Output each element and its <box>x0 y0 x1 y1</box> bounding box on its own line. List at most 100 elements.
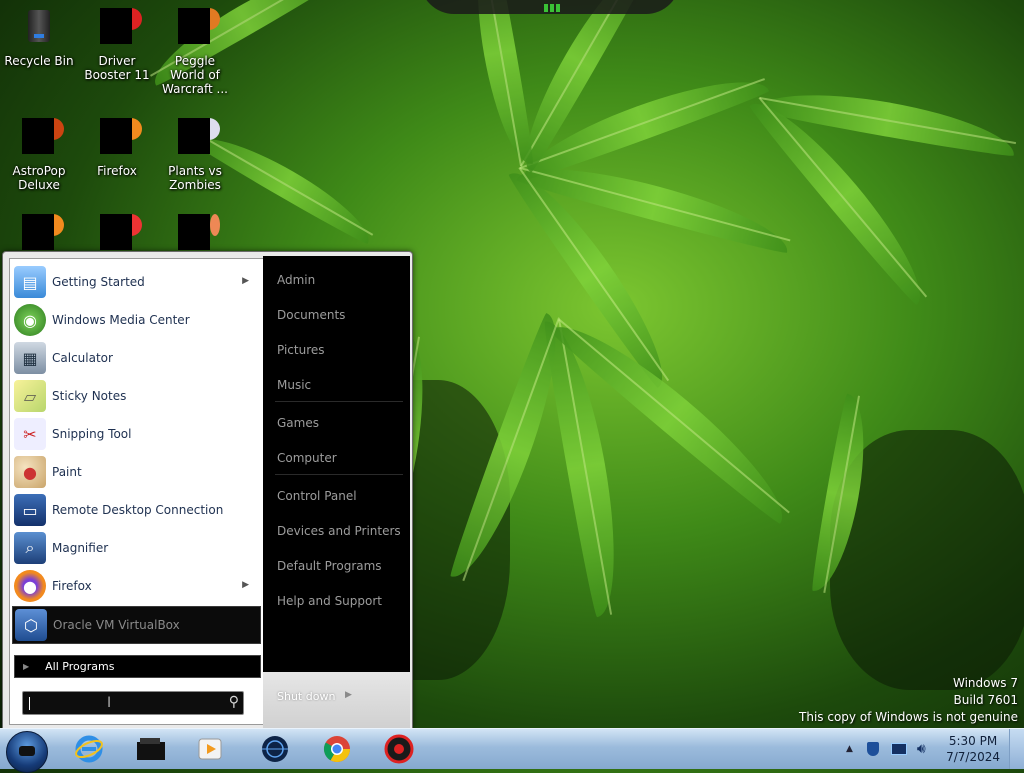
remote-desktop-icon: ▭ <box>14 494 46 526</box>
start-menu: ▤ Getting Started ▶ ◉ Windows Media Cent… <box>2 251 413 730</box>
expand-arrow-icon: ▶ <box>23 662 30 671</box>
peggle-icon <box>178 8 220 48</box>
place-music[interactable]: Music <box>277 378 311 392</box>
file-explorer-icon <box>137 738 165 760</box>
app-icon <box>178 214 220 254</box>
internet-explorer-icon <box>75 735 103 763</box>
watermark-os: Windows 7 <box>952 676 1018 690</box>
place-help-and-support[interactable]: Help and Support <box>277 594 382 608</box>
desktop-icon-label: Driver Booster 11 <box>84 54 150 82</box>
driver-booster-icon <box>100 8 142 48</box>
palette-icon: ● <box>14 456 46 488</box>
place-control-panel[interactable]: Control Panel <box>277 489 357 503</box>
place-default-programs[interactable]: Default Programs <box>277 559 382 573</box>
submenu-arrow-icon: ▶ <box>242 276 249 286</box>
astropop-icon <box>22 118 64 158</box>
start-button[interactable] <box>6 731 48 773</box>
desktop-icon-firefox[interactable]: Firefox <box>78 118 156 178</box>
firefox-icon <box>100 118 142 158</box>
desktop-icon-label: Firefox <box>97 164 137 178</box>
watermark-genuine-notice: This copy of Windows is not genuine <box>799 710 1018 724</box>
search-icon[interactable]: ⚲ <box>229 694 239 710</box>
desktop-icon-peggle[interactable]: Peggle World of Warcraft ... <box>156 8 234 96</box>
chrome-icon <box>323 736 351 763</box>
network-icon[interactable] <box>890 743 907 755</box>
program-getting-started[interactable]: ▤ Getting Started ▶ <box>12 264 259 300</box>
start-menu-places-pane: Admin Documents Pictures Music Games Com… <box>263 256 410 672</box>
place-games[interactable]: Games <box>277 416 319 430</box>
text-cursor-icon: I <box>107 695 112 711</box>
program-label: Windows Media Center <box>52 313 190 327</box>
orange-app-icon <box>22 214 64 254</box>
volume-icon[interactable]: 🔊︎ <box>917 741 926 757</box>
chrome-icon <box>100 214 142 254</box>
plants-vs-zombies-icon <box>178 118 220 158</box>
program-sticky-notes[interactable]: ▱ Sticky Notes <box>12 378 259 414</box>
firefox-icon: ● <box>14 570 46 602</box>
magnifier-icon: ⌕ <box>14 532 46 564</box>
program-label: Firefox <box>52 579 92 593</box>
scissors-icon: ✂ <box>14 418 46 450</box>
taskbar-chrome[interactable] <box>320 733 354 765</box>
desktop-icon-recycle-bin[interactable]: Recycle Bin <box>0 8 78 68</box>
place-devices-and-printers[interactable]: Devices and Printers <box>277 524 401 538</box>
program-label: Remote Desktop Connection <box>52 503 224 517</box>
desktop-icon-astropop[interactable]: AstroPop Deluxe <box>0 118 78 192</box>
clock-date: 7/7/2024 <box>946 750 1000 764</box>
show-hidden-icons-arrow-icon[interactable]: ▲ <box>846 744 853 754</box>
system-tray: ▲ 🔊︎ <box>846 729 926 769</box>
program-windows-media-center[interactable]: ◉ Windows Media Center <box>12 302 259 338</box>
top-gadget <box>420 0 680 14</box>
taskbar-media-player[interactable] <box>194 733 228 765</box>
program-firefox[interactable]: ● Firefox ▶ <box>12 568 259 604</box>
program-label: Getting Started <box>52 275 145 289</box>
windows-logo-icon <box>19 746 35 756</box>
program-label: Calculator <box>52 351 113 365</box>
taskbar-file-explorer[interactable] <box>134 733 168 765</box>
place-admin[interactable]: Admin <box>277 273 315 287</box>
windows-watermark: Windows 7 Build 7601 This copy of Window… <box>799 675 1018 726</box>
desktop-icon-label: Peggle World of Warcraft ... <box>162 54 228 96</box>
place-pictures[interactable]: Pictures <box>277 343 325 357</box>
program-label: Paint <box>52 465 82 479</box>
taskbar-globe-app[interactable] <box>258 733 292 765</box>
recycle-bin-icon <box>22 8 56 48</box>
driver-booster-icon <box>384 734 414 764</box>
place-computer[interactable]: Computer <box>277 451 337 465</box>
place-documents[interactable]: Documents <box>277 308 345 322</box>
taskbar: ▲ 🔊︎ 5:30 PM 7/7/2024 <box>0 728 1024 773</box>
program-label: Oracle VM VirtualBox <box>53 618 180 632</box>
watermark-build: Build 7601 <box>953 693 1018 707</box>
taskbar-internet-explorer[interactable] <box>72 733 106 765</box>
system-clock[interactable]: 5:30 PM 7/7/2024 <box>946 733 1000 765</box>
program-oracle-vm-virtualbox[interactable]: ⬡ Oracle VM VirtualBox <box>12 606 261 644</box>
program-remote-desktop[interactable]: ▭ Remote Desktop Connection <box>12 492 259 528</box>
program-label: Sticky Notes <box>52 389 127 403</box>
program-calculator[interactable]: ▦ Calculator <box>12 340 259 376</box>
program-paint[interactable]: ● Paint <box>12 454 259 490</box>
start-menu-programs-pane: ▤ Getting Started ▶ ◉ Windows Media Cent… <box>9 258 264 725</box>
virtualbox-icon: ⬡ <box>15 609 47 641</box>
all-programs-button[interactable]: ▶ All Programs <box>14 655 261 678</box>
shutdown-area: Shut down ▶ <box>263 672 410 729</box>
calculator-icon: ▦ <box>14 342 46 374</box>
desktop-icon-label: Plants vs Zombies <box>168 164 222 192</box>
show-desktop-button[interactable] <box>1009 729 1024 769</box>
action-center-flag-icon[interactable] <box>866 742 879 756</box>
program-magnifier[interactable]: ⌕ Magnifier <box>12 530 259 566</box>
shutdown-button[interactable]: Shut down <box>277 690 335 703</box>
desktop-icon-driver-booster[interactable]: Driver Booster 11 <box>78 8 156 82</box>
sticky-notes-icon: ▱ <box>14 380 46 412</box>
start-search-input[interactable]: I ⚲ <box>22 691 244 715</box>
text-caret <box>29 697 30 710</box>
getting-started-icon: ▤ <box>14 266 46 298</box>
shutdown-options-arrow-icon[interactable]: ▶ <box>345 690 352 700</box>
desktop-icon-label: AstroPop Deluxe <box>12 164 66 192</box>
desktop-icon-label: Recycle Bin <box>4 54 74 68</box>
separator <box>275 401 403 402</box>
globe-app-icon <box>262 736 288 762</box>
desktop-icon-plants-vs-zombies[interactable]: Plants vs Zombies <box>156 118 234 192</box>
program-snipping-tool[interactable]: ✂ Snipping Tool <box>12 416 259 452</box>
taskbar-driver-booster[interactable] <box>382 733 416 765</box>
media-player-icon <box>198 738 222 760</box>
